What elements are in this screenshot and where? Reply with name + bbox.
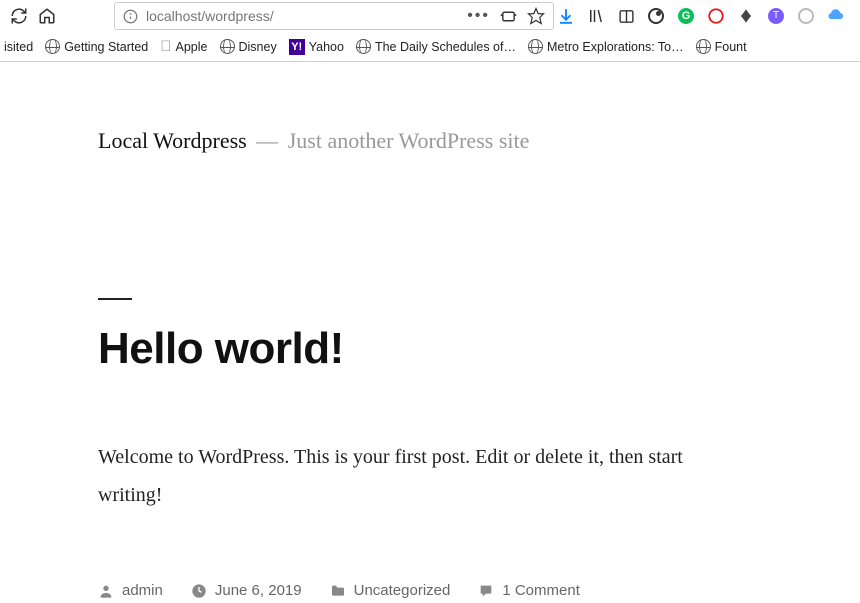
more-icon[interactable]: •••: [467, 7, 490, 25]
author-icon: [98, 583, 114, 599]
bookmarks-bar: isited Getting Started Apple Disney Y!Y…: [0, 32, 860, 62]
globe-icon: [696, 39, 711, 54]
extension-icon-2[interactable]: G: [676, 6, 696, 26]
bookmark-item[interactable]: Disney: [220, 39, 277, 54]
library-icon[interactable]: [586, 6, 606, 26]
extension-icon-1[interactable]: [646, 6, 666, 26]
tagline-dash: —: [256, 128, 278, 153]
url-bar[interactable]: localhost/wordpress/ •••: [114, 2, 554, 30]
info-icon: [123, 9, 138, 24]
yahoo-icon: Y!: [289, 39, 305, 55]
post-body: Welcome to WordPress. This is your first…: [98, 438, 730, 514]
browser-nav-bar: localhost/wordpress/ ••• G T: [0, 0, 860, 32]
meta-comments: 1 Comment: [478, 582, 580, 599]
extension-icon-6[interactable]: [796, 6, 816, 26]
category-link[interactable]: Uncategorized: [354, 582, 451, 599]
globe-icon: [220, 39, 235, 54]
meta-date: June 6, 2019: [191, 582, 302, 599]
post-divider: [98, 298, 132, 300]
url-text: localhost/wordpress/: [146, 8, 459, 24]
bookmark-item[interactable]: The Daily Schedules of…: [356, 39, 516, 54]
comment-icon: [478, 583, 494, 599]
bookmark-star-icon[interactable]: [527, 7, 545, 25]
globe-icon: [356, 39, 371, 54]
meta-author: admin: [98, 582, 163, 599]
bookmark-item[interactable]: Apple: [160, 38, 207, 55]
home-button[interactable]: [34, 2, 60, 30]
bookmark-item[interactable]: isited: [4, 40, 33, 54]
clock-icon: [191, 583, 207, 599]
site-title[interactable]: Local Wordpress: [98, 128, 247, 153]
date-link[interactable]: June 6, 2019: [215, 582, 302, 599]
extension-icon-7[interactable]: [826, 6, 846, 26]
globe-icon: [528, 39, 543, 54]
apple-icon: : [160, 38, 171, 55]
reload-button[interactable]: [6, 2, 32, 30]
site-header: Local Wordpress — Just another WordPress…: [98, 128, 730, 154]
download-icon[interactable]: [556, 6, 576, 26]
bookmark-item[interactable]: Y!Yahoo: [289, 39, 344, 55]
comments-link[interactable]: 1 Comment: [502, 582, 580, 599]
post-title[interactable]: Hello world!: [98, 324, 730, 374]
site-tagline: Just another WordPress site: [288, 128, 530, 153]
sidebar-icon[interactable]: [616, 6, 636, 26]
globe-icon: [45, 39, 60, 54]
folder-icon: [330, 583, 346, 599]
extension-icon-5[interactable]: T: [766, 6, 786, 26]
meta-category: Uncategorized: [330, 582, 451, 599]
bookmark-item[interactable]: Fount: [696, 39, 747, 54]
toolbar-icons: G T: [556, 6, 854, 26]
extension-icon-3[interactable]: [706, 6, 726, 26]
page-content: Local Wordpress — Just another WordPress…: [0, 62, 730, 599]
reader-icon[interactable]: [500, 8, 517, 25]
post-meta: admin June 6, 2019 Uncategorized 1 Comme…: [98, 582, 730, 599]
bookmark-item[interactable]: Metro Explorations: To…: [528, 39, 684, 54]
author-link[interactable]: admin: [122, 582, 163, 599]
extension-icon-4[interactable]: [736, 6, 756, 26]
bookmark-item[interactable]: Getting Started: [45, 39, 148, 54]
